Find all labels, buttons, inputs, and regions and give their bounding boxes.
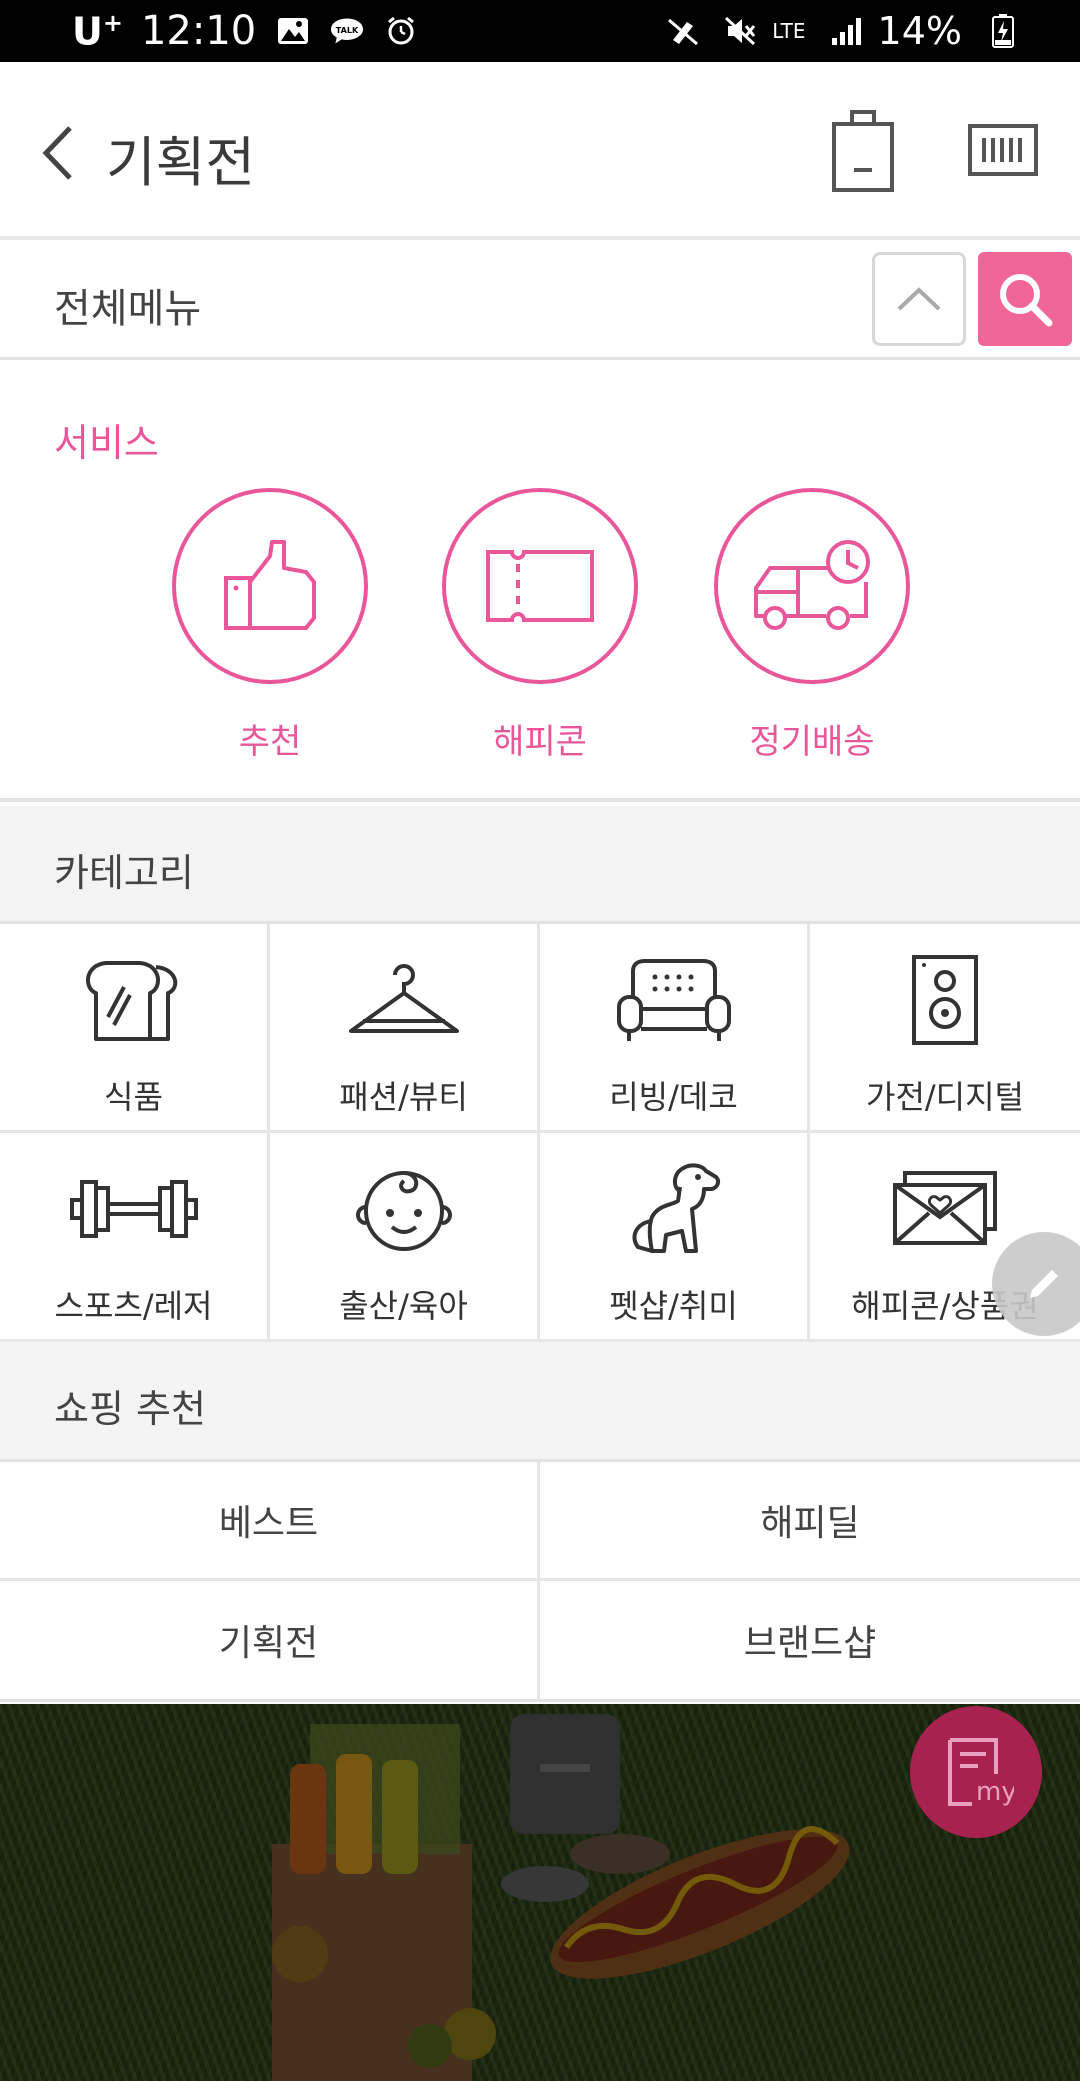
shopping-heading: 쇼핑 추천	[54, 1387, 206, 1431]
category-header: 카테고리	[0, 806, 1080, 924]
category-sports[interactable]: 스포츠/레저	[0, 1133, 270, 1342]
gallery-icon	[276, 16, 310, 46]
shop-link-exhibition[interactable]: 기획전	[0, 1580, 540, 1699]
category-label: 패션/뷰티	[339, 1078, 468, 1116]
menu-bar: 전체메뉴	[0, 244, 1080, 360]
service-circle	[442, 488, 638, 684]
hanger-icon	[339, 950, 469, 1050]
shopping-grid: 베스트 해피딜 기획전 브랜드샵	[0, 1462, 1080, 1702]
shopping-bag-button[interactable]	[830, 106, 896, 194]
barcode-icon	[968, 124, 1038, 176]
barcode-button[interactable]	[968, 124, 1038, 176]
speaker-icon	[880, 950, 1010, 1050]
search-icon	[1000, 274, 1053, 327]
service-recommend[interactable]: 추천	[172, 488, 368, 778]
carrier-label: U+	[72, 8, 123, 54]
shop-link-best[interactable]: 베스트	[0, 1462, 540, 1581]
service-label: 추천	[238, 722, 302, 762]
chevron-left-icon	[42, 126, 72, 180]
dog-icon	[609, 1159, 739, 1259]
category-label: 스포츠/레저	[54, 1287, 213, 1325]
category-electronics[interactable]: 가전/디지털	[810, 924, 1080, 1133]
service-happycon[interactable]: 해피콘	[442, 488, 638, 778]
battery-percent: 14%	[877, 9, 962, 53]
service-circle	[172, 488, 368, 684]
shop-link-brandshop[interactable]: 브랜드샵	[540, 1581, 1080, 1700]
baby-face-icon	[339, 1159, 469, 1259]
envelope-heart-icon	[880, 1159, 1010, 1259]
bread-icon	[69, 950, 199, 1050]
menu-title: 전체메뉴	[54, 286, 202, 332]
back-button[interactable]	[36, 120, 86, 186]
category-label: 리빙/데코	[609, 1078, 738, 1116]
category-fashion[interactable]: 패션/뷰티	[270, 924, 540, 1133]
thumbs-up-icon	[224, 540, 316, 630]
service-circle	[714, 488, 910, 684]
signal-icon	[830, 16, 864, 46]
my-page-fab-button[interactable]: my	[910, 1706, 1042, 1838]
network-type: LTE	[772, 19, 806, 43]
service-subscription[interactable]: 정기배송	[714, 488, 910, 778]
category-living[interactable]: 리빙/데코	[540, 924, 810, 1133]
page-title: 기획전	[106, 131, 256, 194]
category-baby[interactable]: 출산/육아	[270, 1133, 540, 1342]
dumbbell-icon	[69, 1159, 199, 1259]
category-label: 가전/디지털	[866, 1078, 1024, 1116]
alarm-icon	[384, 16, 418, 46]
svg-text:TALK: TALK	[336, 26, 359, 35]
delivery-truck-clock-icon	[754, 540, 870, 630]
status-bar: U+ 12:10 TALK LTE 14%	[0, 0, 1080, 62]
category-label: 펫샵/취미	[609, 1287, 738, 1325]
category-pet[interactable]: 펫샵/취미	[540, 1133, 810, 1342]
service-label: 정기배송	[749, 722, 875, 762]
shopping-header: 쇼핑 추천	[0, 1342, 1080, 1462]
service-label: 해피콘	[493, 722, 587, 762]
no-sync-icon	[666, 16, 700, 46]
talk-icon: TALK	[330, 16, 364, 46]
category-heading: 카테고리	[54, 851, 194, 895]
sofa-icon	[609, 950, 739, 1050]
status-time: 12:10	[140, 8, 257, 54]
shop-link-happydeal[interactable]: 해피딜	[540, 1462, 1080, 1581]
services-heading: 서비스	[54, 421, 159, 465]
svg-text:my: my	[976, 1777, 1014, 1807]
category-label: 식품	[104, 1078, 163, 1116]
category-grid: 식품 패션/뷰티 리빙/데코 가전/디지털 스포츠/레저 출산/육아 펫샵/취미…	[0, 924, 1080, 1342]
category-label: 출산/육아	[339, 1287, 468, 1325]
battery-charging-icon	[986, 14, 1020, 48]
pencil-icon	[1030, 1270, 1058, 1298]
ticket-icon	[486, 550, 594, 622]
app-header: 기획전	[0, 62, 1080, 240]
collapse-menu-button[interactable]	[872, 252, 966, 346]
services-section: 서비스 추천 해피콘 정기배송	[0, 362, 1080, 802]
category-food[interactable]: 식품	[0, 924, 270, 1133]
chevron-up-icon	[897, 287, 941, 311]
shopping-bag-icon	[832, 110, 894, 192]
search-button[interactable]	[978, 252, 1072, 346]
mute-icon	[724, 16, 758, 46]
my-list-icon: my	[948, 1738, 1014, 1807]
